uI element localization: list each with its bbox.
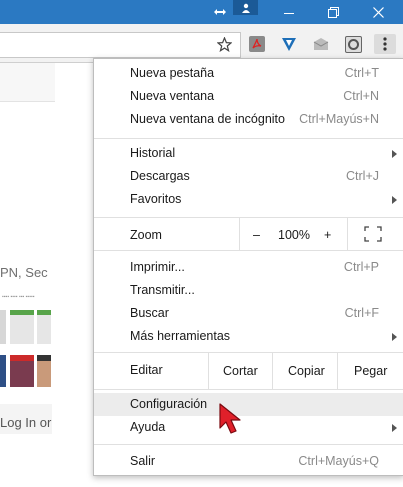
menu-item-shortcut: Ctrl+F <box>344 306 379 320</box>
menu-item-mas-herramientas[interactable]: Más herramientas <box>94 325 403 348</box>
menu-item-buscar[interactable]: Buscar Ctrl+F <box>94 302 403 325</box>
menu-item-favoritos[interactable]: Favoritos <box>94 188 403 211</box>
zoom-level: 100% <box>278 228 310 242</box>
menu-separator <box>94 352 403 353</box>
window-titlebar <box>0 0 403 24</box>
cut-button[interactable]: Cortar <box>223 364 258 378</box>
menu-item-shortcut: Ctrl+J <box>346 169 379 183</box>
zoom-in-button[interactable]: + <box>324 228 331 242</box>
page-text-heading: PN, Sec <box>0 265 48 280</box>
menu-item-label: Salir <box>130 454 156 468</box>
menu-item-label: Historial <box>130 146 176 160</box>
camera-extension-icon[interactable] <box>343 34 363 54</box>
menu-separator <box>94 250 403 251</box>
page-tiny-text: ▪▪▪▪ ▪▪▪▪ ▪▪▪ ▪▪▪▪▪ <box>2 294 35 300</box>
page-thumbnail[interactable] <box>37 355 51 387</box>
page-thumbnail[interactable] <box>10 310 34 344</box>
submenu-arrow-icon <box>392 150 397 158</box>
menu-item-label: Más herramientas <box>130 329 231 343</box>
menu-item-imprimir[interactable]: Imprimir... Ctrl+P <box>94 256 403 279</box>
menu-item-incognito[interactable]: Nueva ventana de incógnito Ctrl+Mayús+N <box>94 108 403 131</box>
zoom-out-button[interactable]: – <box>253 228 260 242</box>
menu-item-nueva-pestana[interactable]: Nueva pestaña Ctrl+T <box>94 62 403 85</box>
submenu-arrow-icon <box>392 196 397 204</box>
menu-item-configuracion[interactable]: Configuración <box>94 393 403 416</box>
menu-divider <box>272 353 273 389</box>
menu-item-label: Configuración <box>130 397 208 411</box>
restore-icon[interactable] <box>322 0 344 24</box>
menu-zoom-row: Zoom <box>94 221 403 249</box>
menu-item-shortcut: Ctrl+N <box>343 89 379 103</box>
inbox-extension-icon[interactable] <box>311 34 331 54</box>
page-thumbnail[interactable] <box>37 310 51 344</box>
menu-item-label: Nueva pestaña <box>130 66 215 80</box>
page-login-text[interactable]: Log In or <box>0 415 51 430</box>
menu-item-shortcut: Ctrl+P <box>343 260 379 274</box>
star-icon[interactable] <box>214 34 234 54</box>
close-icon[interactable] <box>367 0 389 24</box>
menu-divider <box>337 353 338 389</box>
pdf-extension-icon[interactable] <box>247 34 267 54</box>
menu-divider <box>239 218 240 250</box>
address-bar[interactable] <box>0 32 241 58</box>
menu-item-transmitir[interactable]: Transmitir... <box>94 279 403 302</box>
menu-separator <box>94 389 403 390</box>
page-thumbnail[interactable] <box>0 355 6 387</box>
fullscreen-icon[interactable] <box>364 226 382 247</box>
menu-item-label: Descargas <box>130 169 190 183</box>
menu-item-nueva-ventana[interactable]: Nueva ventana Ctrl+N <box>94 85 403 108</box>
menu-item-label: Buscar <box>130 306 169 320</box>
copy-button[interactable]: Copiar <box>288 364 325 378</box>
zoom-label: Zoom <box>130 228 162 242</box>
paste-button[interactable]: Pegar <box>354 364 387 378</box>
menu-item-descargas[interactable]: Descargas Ctrl+J <box>94 165 403 188</box>
menu-dots-icon[interactable] <box>374 34 396 54</box>
menu-item-historial[interactable]: Historial <box>94 142 403 165</box>
menu-item-shortcut: Ctrl+Mayús+N <box>299 112 379 126</box>
person-icon[interactable] <box>233 0 258 15</box>
page-thumbnail[interactable] <box>0 310 6 344</box>
menu-item-ayuda[interactable]: Ayuda <box>94 416 403 439</box>
menu-item-shortcut: Ctrl+Mayús+Q <box>298 454 379 468</box>
menu-item-shortcut: Ctrl+T <box>344 66 379 80</box>
menu-item-label: Nueva ventana de incógnito <box>130 112 285 126</box>
menu-item-label: Imprimir... <box>130 260 185 274</box>
chrome-main-menu: Nueva pestaña Ctrl+T Nueva ventana Ctrl+… <box>93 58 403 476</box>
submenu-arrow-icon <box>392 333 397 341</box>
mouse-cursor-icon <box>218 402 244 441</box>
edit-label: Editar <box>130 363 163 377</box>
resize-arrows-icon[interactable] <box>212 0 228 24</box>
menu-item-label: Ayuda <box>130 420 166 434</box>
minimize-icon[interactable] <box>278 0 300 24</box>
menu-item-label: Nueva ventana <box>130 89 215 103</box>
menu-divider <box>347 218 348 250</box>
menu-item-salir[interactable]: Salir Ctrl+Mayús+Q <box>94 450 403 473</box>
menu-item-label: Favoritos <box>130 192 182 206</box>
page-thumbnail[interactable] <box>10 355 34 387</box>
menu-divider <box>208 353 209 389</box>
menu-item-label: Transmitir... <box>130 283 195 297</box>
menu-separator <box>94 138 403 139</box>
menu-separator <box>94 217 403 218</box>
menu-separator <box>94 444 403 445</box>
page-tab-strip <box>0 63 55 102</box>
submenu-arrow-icon <box>392 424 397 432</box>
shield-extension-icon[interactable] <box>279 34 299 54</box>
